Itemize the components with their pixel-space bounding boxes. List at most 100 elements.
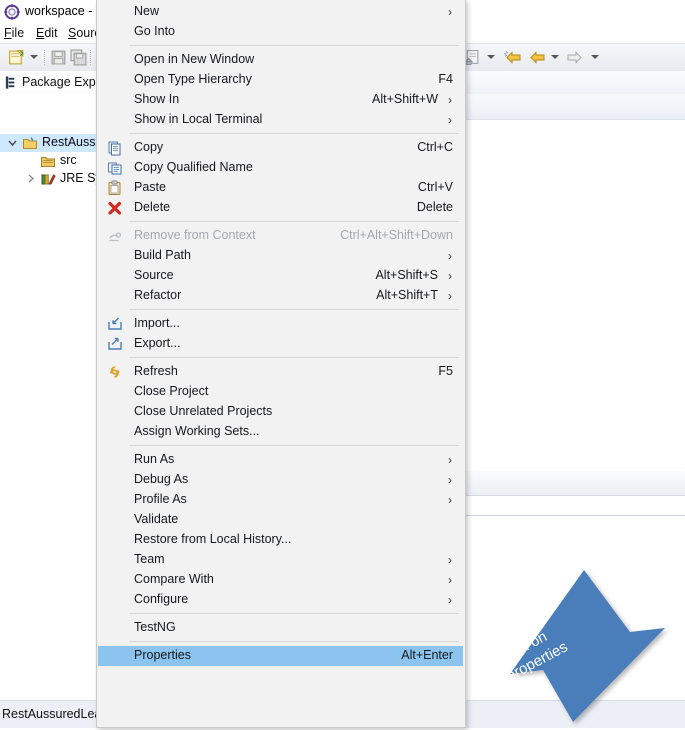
context-menu-item-copy-qualified-name[interactable]: Copy Qualified Name — [98, 158, 463, 178]
context-menu-item-build-path[interactable]: Build Path › — [98, 246, 463, 266]
source-folder-icon — [41, 157, 55, 167]
context-menu-item-close-project[interactable]: Close Project — [98, 382, 463, 402]
context-menu-item-label: TestNG — [134, 620, 176, 634]
toolbar-separator-2 — [90, 50, 92, 65]
context-menu-item-accelerator: F4 — [438, 72, 453, 86]
paste-icon — [108, 180, 121, 195]
context-menu-item-export[interactable]: Export... — [98, 334, 463, 354]
context-menu-item-team[interactable]: Team › — [98, 550, 463, 570]
context-menu-item-refactor[interactable]: Refactor Alt+Shift+T › — [98, 286, 463, 306]
save-disk-icon[interactable] — [50, 49, 67, 66]
context-menu-item-compare-with[interactable]: Compare With › — [98, 570, 463, 590]
context-menu-item-accelerator: Ctrl+V — [417, 180, 453, 194]
context-menu-item-close-unrelated-projects[interactable]: Close Unrelated Projects — [98, 402, 463, 422]
context-menu-separator — [129, 445, 459, 446]
context-menu-item-run-as[interactable]: Run As › — [98, 450, 463, 470]
chevron-right-icon: › — [448, 593, 452, 607]
context-menu-item-source[interactable]: Source Alt+Shift+S › — [98, 266, 463, 286]
eclipse-window: workspace - Ja File Edit Sourc Package E… — [0, 0, 685, 728]
context-menu-item-label: Profile As — [134, 492, 187, 506]
context-menu-item-open-type-hierarchy[interactable]: Open Type Hierarchy F4 — [98, 70, 463, 90]
context-menu-item-testng[interactable]: TestNG — [98, 618, 463, 638]
context-menu-item-paste[interactable]: Paste Ctrl+V — [98, 178, 463, 198]
context-menu-item-label: Refactor — [134, 288, 182, 302]
context-menu-item-validate[interactable]: Validate — [98, 510, 463, 530]
context-menu-separator — [129, 221, 459, 222]
context-menu-separator — [129, 309, 459, 310]
chevron-right-icon: › — [448, 573, 452, 587]
back-arrow-icon[interactable] — [527, 49, 547, 66]
external-tools-dropdown-icon[interactable] — [487, 55, 495, 59]
context-menu-item-label: Run As — [134, 452, 175, 466]
context-menu-item-label: Close Project — [134, 384, 209, 398]
context-menu-item-label: Team — [134, 552, 165, 566]
forward-dropdown-icon[interactable] — [591, 55, 599, 59]
context-menu-separator — [129, 133, 459, 134]
context-menu-item-label: Compare With — [134, 572, 214, 586]
context-menu-item-label: Configure — [134, 592, 189, 606]
eclipse-icon — [4, 4, 20, 20]
context-menu-item-open-in-new-window[interactable]: Open in New Window — [98, 50, 463, 70]
context-menu: New › Go Into Open in New Window Open Type H… — [96, 0, 466, 728]
chevron-right-icon: › — [448, 269, 452, 283]
tree-item-src-label: src — [60, 153, 77, 167]
context-menu-item-label: Copy Qualified Name — [134, 160, 253, 174]
context-menu-item-label: Properties — [134, 648, 191, 662]
chevron-right-icon: › — [448, 249, 452, 263]
context-menu-item-label: Copy — [134, 140, 164, 154]
context-menu-item-label: Validate — [134, 512, 179, 526]
context-menu-item-label: Import... — [134, 316, 180, 330]
context-menu-item-label: Restore from Local History... — [134, 532, 292, 546]
save-all-icon[interactable] — [70, 49, 87, 66]
context-menu-item-properties[interactable]: Properties Alt+Enter — [98, 646, 463, 666]
tree-item-project-label: RestAussu — [42, 135, 103, 149]
context-menu-item-show-in[interactable]: Show In Alt+Shift+W › — [98, 90, 463, 110]
context-menu-item-restore-from-local-history[interactable]: Restore from Local History... — [98, 530, 463, 550]
context-menu-item-label: Refresh — [134, 364, 178, 378]
chevron-right-icon: › — [448, 93, 452, 107]
chevron-right-icon: › — [448, 113, 452, 127]
chevron-right-icon: › — [448, 453, 452, 467]
context-menu-item-label: Show In — [134, 92, 180, 106]
context-menu-item-label: Assign Working Sets... — [134, 424, 260, 438]
context-menu-item-configure[interactable]: Configure › — [98, 590, 463, 610]
menu-edit[interactable]: Edit — [36, 26, 58, 40]
new-file-icon[interactable] — [8, 49, 25, 66]
menu-file[interactable]: File — [4, 26, 24, 40]
context-menu-item-delete[interactable]: Delete Delete — [98, 198, 463, 218]
new-wizard-dropdown-icon[interactable] — [30, 55, 38, 59]
context-menu-item-go-into[interactable]: Go Into — [98, 22, 463, 42]
context-menu-item-label: New — [134, 4, 160, 18]
chevron-right-icon: › — [448, 473, 452, 487]
context-menu-item-accelerator: Delete — [416, 200, 453, 214]
chevron-right-icon: › — [448, 493, 452, 507]
back-dropdown-icon[interactable] — [551, 55, 559, 59]
context-menu-item-accelerator: Ctrl+Alt+Shift+Down — [340, 228, 453, 242]
context-menu-item-new[interactable]: New › — [98, 2, 463, 22]
forward-arrow-icon[interactable] — [565, 49, 585, 66]
context-menu-item-copy[interactable]: Copy Ctrl+C — [98, 138, 463, 158]
copy-qualified-name-icon — [108, 162, 122, 175]
chevron-down-icon[interactable] — [7, 137, 18, 148]
copy-icon — [108, 141, 121, 156]
context-menu-item-accelerator: Alt+Shift+T — [376, 288, 438, 302]
context-menu-item-label: Remove from Context — [134, 228, 256, 242]
context-menu-item-accelerator: Alt+Enter — [401, 648, 453, 662]
context-menu-item-show-in-local-terminal[interactable]: Show in Local Terminal › — [98, 110, 463, 130]
context-menu-item-label: Export... — [134, 336, 181, 350]
context-menu-item-assign-working-sets[interactable]: Assign Working Sets... — [98, 422, 463, 442]
package-explorer-tab-label: Package Explo — [22, 75, 106, 89]
context-menu-item-debug-as[interactable]: Debug As › — [98, 470, 463, 490]
context-menu-item-label: Paste — [134, 180, 166, 194]
java-project-icon — [23, 137, 37, 149]
back-yellow-arrow-icon[interactable] — [503, 49, 523, 66]
context-menu-item-refresh[interactable]: Refresh F5 — [98, 362, 463, 382]
chevron-right-icon[interactable] — [25, 173, 36, 184]
jre-library-icon — [41, 174, 56, 185]
toolbar-separator — [44, 50, 46, 65]
context-menu-item-profile-as[interactable]: Profile As › — [98, 490, 463, 510]
context-menu-item-accelerator: Alt+Shift+W — [372, 92, 438, 106]
export-icon — [108, 337, 122, 350]
context-menu-item-import[interactable]: Import... — [98, 314, 463, 334]
context-menu-item-accelerator: Alt+Shift+S — [375, 268, 438, 282]
